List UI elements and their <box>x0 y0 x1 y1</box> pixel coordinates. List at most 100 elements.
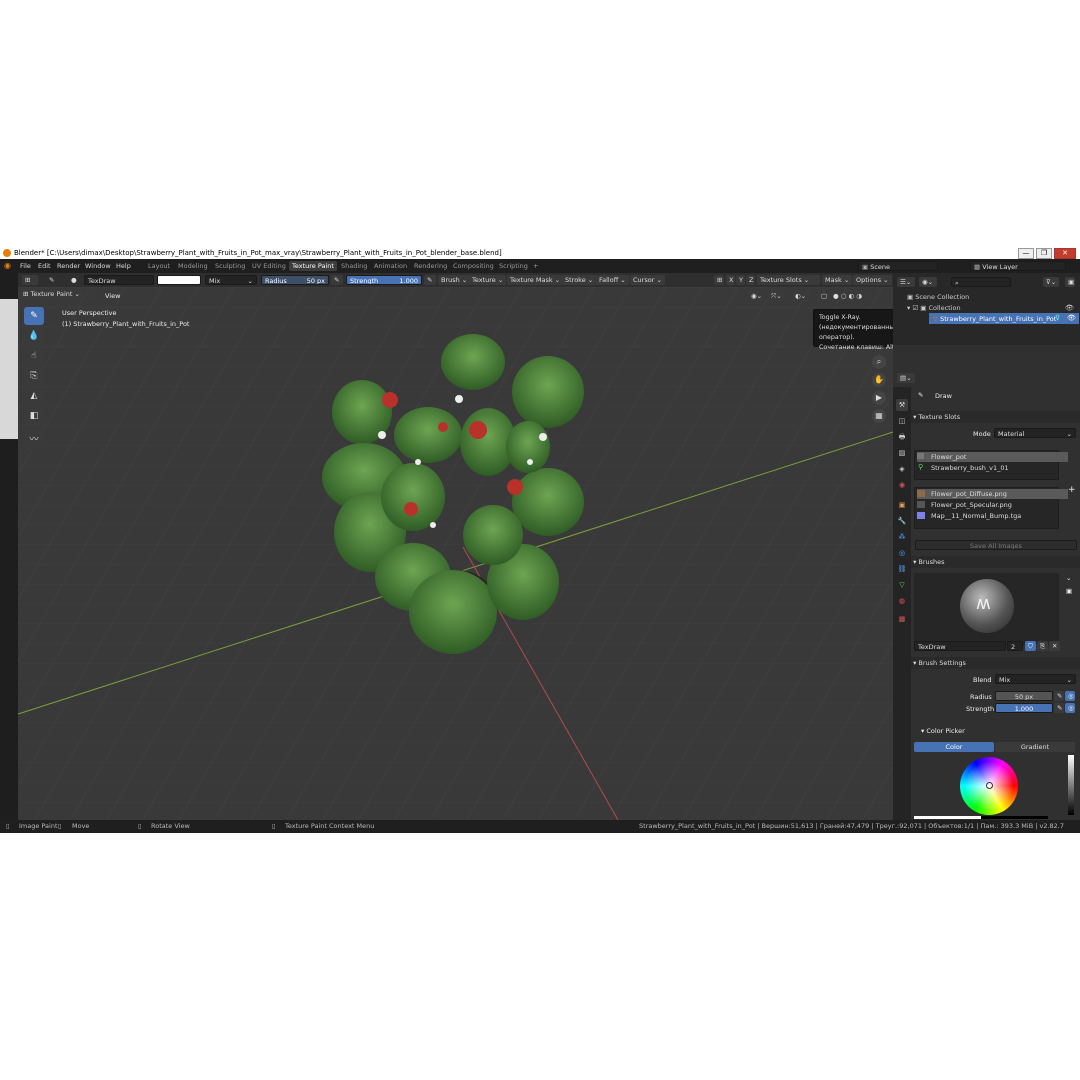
xray-toggle-icon[interactable]: ▢ <box>818 291 828 301</box>
radius-pressure-icon[interactable]: ✎ <box>331 275 343 285</box>
view-toggle-icon[interactable] <box>88 289 98 299</box>
editor-type-button[interactable]: ⊞ <box>22 275 38 285</box>
properties-type-icon[interactable]: ▤⌄ <box>897 373 915 383</box>
render-tab-icon[interactable]: ◫ <box>896 415 908 427</box>
tool-tab-icon[interactable]: ⚒ <box>896 399 908 411</box>
brush-users-count[interactable]: 2 <box>1007 641 1023 651</box>
mask-checkbox[interactable] <box>810 275 820 285</box>
gizmo-icon[interactable]: ⤧⌄ <box>768 291 786 301</box>
camera-icon[interactable]: ▶ <box>872 391 886 405</box>
collection-visibility-eye-icon[interactable]: 👁 <box>1065 304 1074 312</box>
texture-tab-icon[interactable]: ▩ <box>896 613 908 625</box>
tab-texture-paint[interactable]: Texture Paint <box>289 261 337 271</box>
menu-file[interactable]: File <box>20 259 31 273</box>
value-slider[interactable] <box>1068 755 1074 815</box>
add-slot-icon[interactable]: + <box>1068 485 1076 495</box>
tab-scripting[interactable]: Scripting <box>496 261 531 271</box>
view-menu[interactable]: View <box>105 292 120 300</box>
collection-row[interactable]: ▾ ☑ ▣ Collection <box>907 304 961 312</box>
smear-icon[interactable]: ☝ <box>24 347 44 365</box>
physics-tab-icon[interactable]: ◎ <box>896 547 908 559</box>
zoom-icon[interactable]: ⌕ <box>872 355 886 369</box>
material-item[interactable]: Strawberry_bush_v1_01 <box>917 463 1068 473</box>
tab-compositing[interactable]: Compositing <box>450 261 497 271</box>
scene-tab-icon[interactable]: ◈ <box>896 463 908 475</box>
world-tab-icon[interactable]: ◉ <box>896 479 908 491</box>
image-slot-item[interactable]: Flower_pot_Diffuse.png <box>917 489 1068 499</box>
close-button[interactable]: ✕ <box>1054 248 1076 259</box>
tab-shading[interactable]: Shading <box>338 261 370 271</box>
tab-layout[interactable]: Layout <box>145 261 173 271</box>
color-tab[interactable]: Color <box>914 742 994 752</box>
mirror-x-toggle[interactable]: X <box>726 275 735 285</box>
soften-icon[interactable]: 💧 <box>24 327 44 345</box>
unlink-brush-icon[interactable]: ✕ <box>1049 641 1060 651</box>
color-picker-header[interactable]: ▾ Color Picker <box>921 727 965 735</box>
menu-window[interactable]: Window <box>85 259 111 273</box>
color-wheel-cursor[interactable] <box>986 782 993 789</box>
view-layer-selector[interactable]: ▦ View Layer <box>970 261 1066 271</box>
texture-mask-menu[interactable]: Texture Mask ⌄ <box>507 275 564 285</box>
gradient-tab[interactable]: Gradient <box>995 742 1075 752</box>
overlays-icon[interactable]: ◐⌄ <box>792 291 810 301</box>
annotate-icon[interactable]: 〰 <box>24 431 44 449</box>
modifier-tab-icon[interactable]: 🔧 <box>896 515 908 527</box>
brush-settings-panel-header[interactable]: ▾ Brush Settings <box>911 657 1080 669</box>
fill-icon[interactable]: ◭ <box>24 387 44 405</box>
brush-list-expand-icon[interactable]: ⌄ <box>1066 574 1071 582</box>
clone-icon[interactable]: ⎘ <box>24 367 44 385</box>
strength-unit-icon[interactable]: ◎ <box>1065 703 1075 713</box>
scene-collection-row[interactable]: ▣ Scene Collection <box>907 293 969 301</box>
visibility-icon[interactable]: ◉⌄ <box>748 291 764 301</box>
object-row[interactable]: ▽ Strawberry_Plant_with_Fruits_in_Pot ⊽ … <box>929 313 1079 324</box>
brush-name-input[interactable]: TexDraw <box>914 641 1006 651</box>
options-menu[interactable]: Options ⌄ <box>853 275 892 285</box>
menu-help[interactable]: Help <box>116 259 131 273</box>
texture-slots-panel-header[interactable]: ▾ Texture Slots <box>911 411 1080 423</box>
tab-animation[interactable]: Animation <box>371 261 410 271</box>
mask-menu[interactable]: Mask ⌄ <box>822 275 853 285</box>
3d-viewport[interactable]: ⊞ Texture Paint ⌄ View User Perspective … <box>18 287 893 820</box>
stroke-menu[interactable]: Stroke ⌄ <box>562 275 597 285</box>
brush-name-field[interactable]: TexDraw <box>84 275 154 285</box>
tab-uv-editing[interactable]: UV Editing <box>249 261 289 271</box>
object-tab-icon[interactable]: ▣ <box>896 499 908 511</box>
duplicate-brush-icon[interactable]: ⎘ <box>1037 641 1048 651</box>
mode-selector[interactable]: ⊞ Texture Paint ⌄ <box>20 289 83 300</box>
outliner-funnel-icon[interactable]: ⊽⌄ <box>1043 277 1059 287</box>
material-tab-icon[interactable]: ◍ <box>896 595 908 607</box>
tab-modeling[interactable]: Modeling <box>175 261 211 271</box>
brush-preview[interactable]: ʍ <box>914 573 1059 645</box>
blender-menu-icon[interactable]: ◉ <box>4 259 11 273</box>
save-all-images-button[interactable]: Save All Images <box>915 540 1077 550</box>
outliner-search-input[interactable]: ⌕ <box>951 277 1011 287</box>
strength-slider[interactable]: Strength 1.000 <box>346 275 422 285</box>
brush-menu[interactable]: Brush ⌄ <box>438 275 471 285</box>
image-slot-list[interactable]: Flower_pot_Diffuse.png Flower_pot_Specul… <box>914 487 1068 529</box>
brushes-panel-header[interactable]: ▾ Brushes <box>911 556 1080 568</box>
radius-pressure-icon[interactable]: ✎ <box>1054 691 1064 701</box>
material-list[interactable]: Flower_pot Strawberry_bush_v1_01 <box>914 450 1068 480</box>
blend-mode-dropdown[interactable]: Mix ⌄ <box>205 275 257 285</box>
material-item[interactable]: Flower_pot <box>917 452 1068 462</box>
strength-pressure-icon[interactable]: ✎ <box>1054 703 1064 713</box>
maximize-button[interactable]: ❐ <box>1036 248 1052 259</box>
brush-tool-icon[interactable]: ✎ <box>46 275 58 285</box>
texture-mode-dropdown[interactable]: Material ⌄ <box>994 428 1076 438</box>
mask-tool-icon[interactable]: ◧ <box>24 407 44 425</box>
color-swatch-bar[interactable] <box>914 816 1048 819</box>
minimize-button[interactable]: — <box>1018 248 1034 259</box>
view-layer-tab-icon[interactable]: ▨ <box>896 447 908 459</box>
radius-slider[interactable]: Radius 50 px <box>261 275 329 285</box>
texture-menu[interactable]: Texture ⌄ <box>469 275 507 285</box>
new-collection-icon[interactable]: ▣ <box>1065 277 1075 287</box>
symmetry-icon[interactable]: ⊞ <box>714 275 724 285</box>
perspective-grid-icon[interactable]: ▦ <box>872 409 886 423</box>
brush-browse-icon[interactable]: ● <box>68 275 80 285</box>
output-tab-icon[interactable]: 🖶 <box>896 431 908 443</box>
add-workspace-button[interactable]: + <box>530 261 541 271</box>
constraints-tab-icon[interactable]: ⛓ <box>896 563 908 575</box>
cursor-menu[interactable]: Cursor ⌄ <box>630 275 665 285</box>
data-tab-icon[interactable]: ▽ <box>896 579 908 591</box>
menu-edit[interactable]: Edit <box>38 259 51 273</box>
